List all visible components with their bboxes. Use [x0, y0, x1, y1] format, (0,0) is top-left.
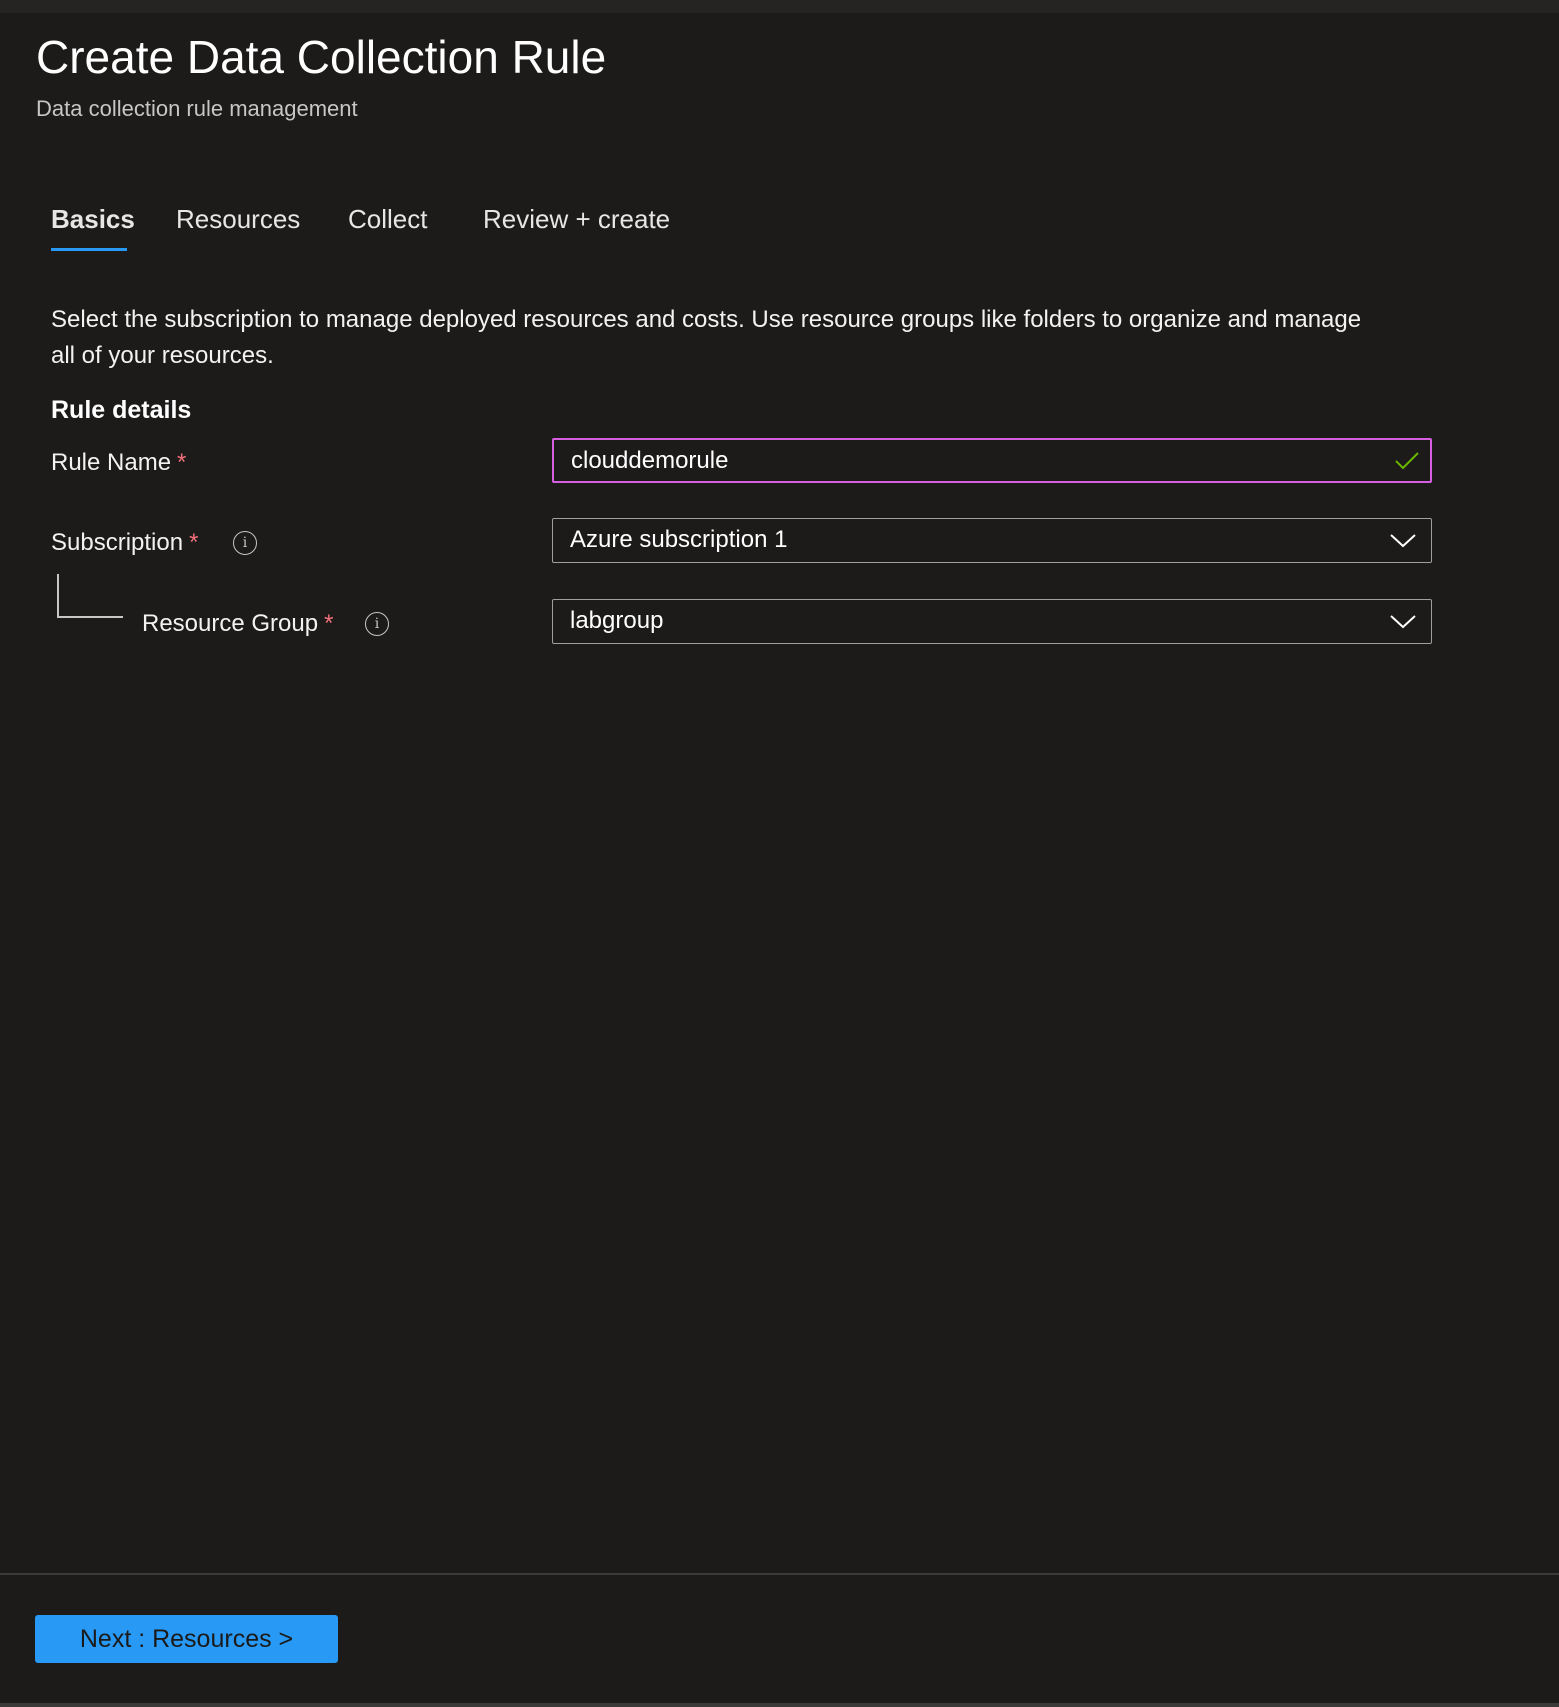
- top-bar: [0, 0, 1559, 13]
- next-resources-button[interactable]: Next : Resources >: [35, 1615, 338, 1663]
- info-icon[interactable]: i: [365, 612, 389, 636]
- resource-group-value: labgroup: [570, 607, 664, 634]
- bottom-divider: [0, 1703, 1559, 1707]
- chevron-down-icon: [1390, 534, 1416, 548]
- rule-name-input[interactable]: clouddemorule: [552, 438, 1432, 483]
- description-text: Select the subscription to manage deploy…: [51, 306, 1362, 369]
- resource-group-label-text: Resource Group: [142, 610, 319, 637]
- checkmark-icon: [1395, 452, 1419, 470]
- chevron-down-icon: [1390, 615, 1416, 629]
- resource-group-label: Resource Group *: [142, 610, 333, 638]
- subscription-label: Subscription *: [51, 529, 198, 557]
- page-subtitle: Data collection rule management: [36, 96, 358, 121]
- footer-divider: [0, 1573, 1559, 1575]
- active-tab-indicator: [51, 248, 127, 251]
- subscription-value: Azure subscription 1: [570, 526, 788, 553]
- subscription-dropdown[interactable]: Azure subscription 1: [552, 518, 1432, 563]
- tree-connector-horizontal: [57, 616, 123, 618]
- info-icon[interactable]: i: [233, 531, 257, 555]
- required-indicator: *: [324, 610, 334, 637]
- tab-resources[interactable]: Resources: [176, 204, 300, 235]
- rule-name-value: clouddemorule: [571, 447, 729, 474]
- tab-basics[interactable]: Basics: [51, 204, 135, 235]
- resource-group-dropdown[interactable]: labgroup: [552, 599, 1432, 644]
- tree-connector: [57, 574, 59, 617]
- rule-name-label: Rule Name *: [51, 449, 186, 477]
- rule-name-label-text: Rule Name: [51, 449, 172, 476]
- tab-collect[interactable]: Collect: [348, 204, 427, 235]
- section-title: Rule details: [51, 396, 192, 424]
- required-indicator: *: [189, 529, 199, 556]
- page-title: Create Data Collection Rule: [36, 31, 607, 83]
- tab-review-create[interactable]: Review + create: [483, 204, 670, 235]
- required-indicator: *: [177, 449, 187, 476]
- subscription-label-text: Subscription: [51, 529, 184, 556]
